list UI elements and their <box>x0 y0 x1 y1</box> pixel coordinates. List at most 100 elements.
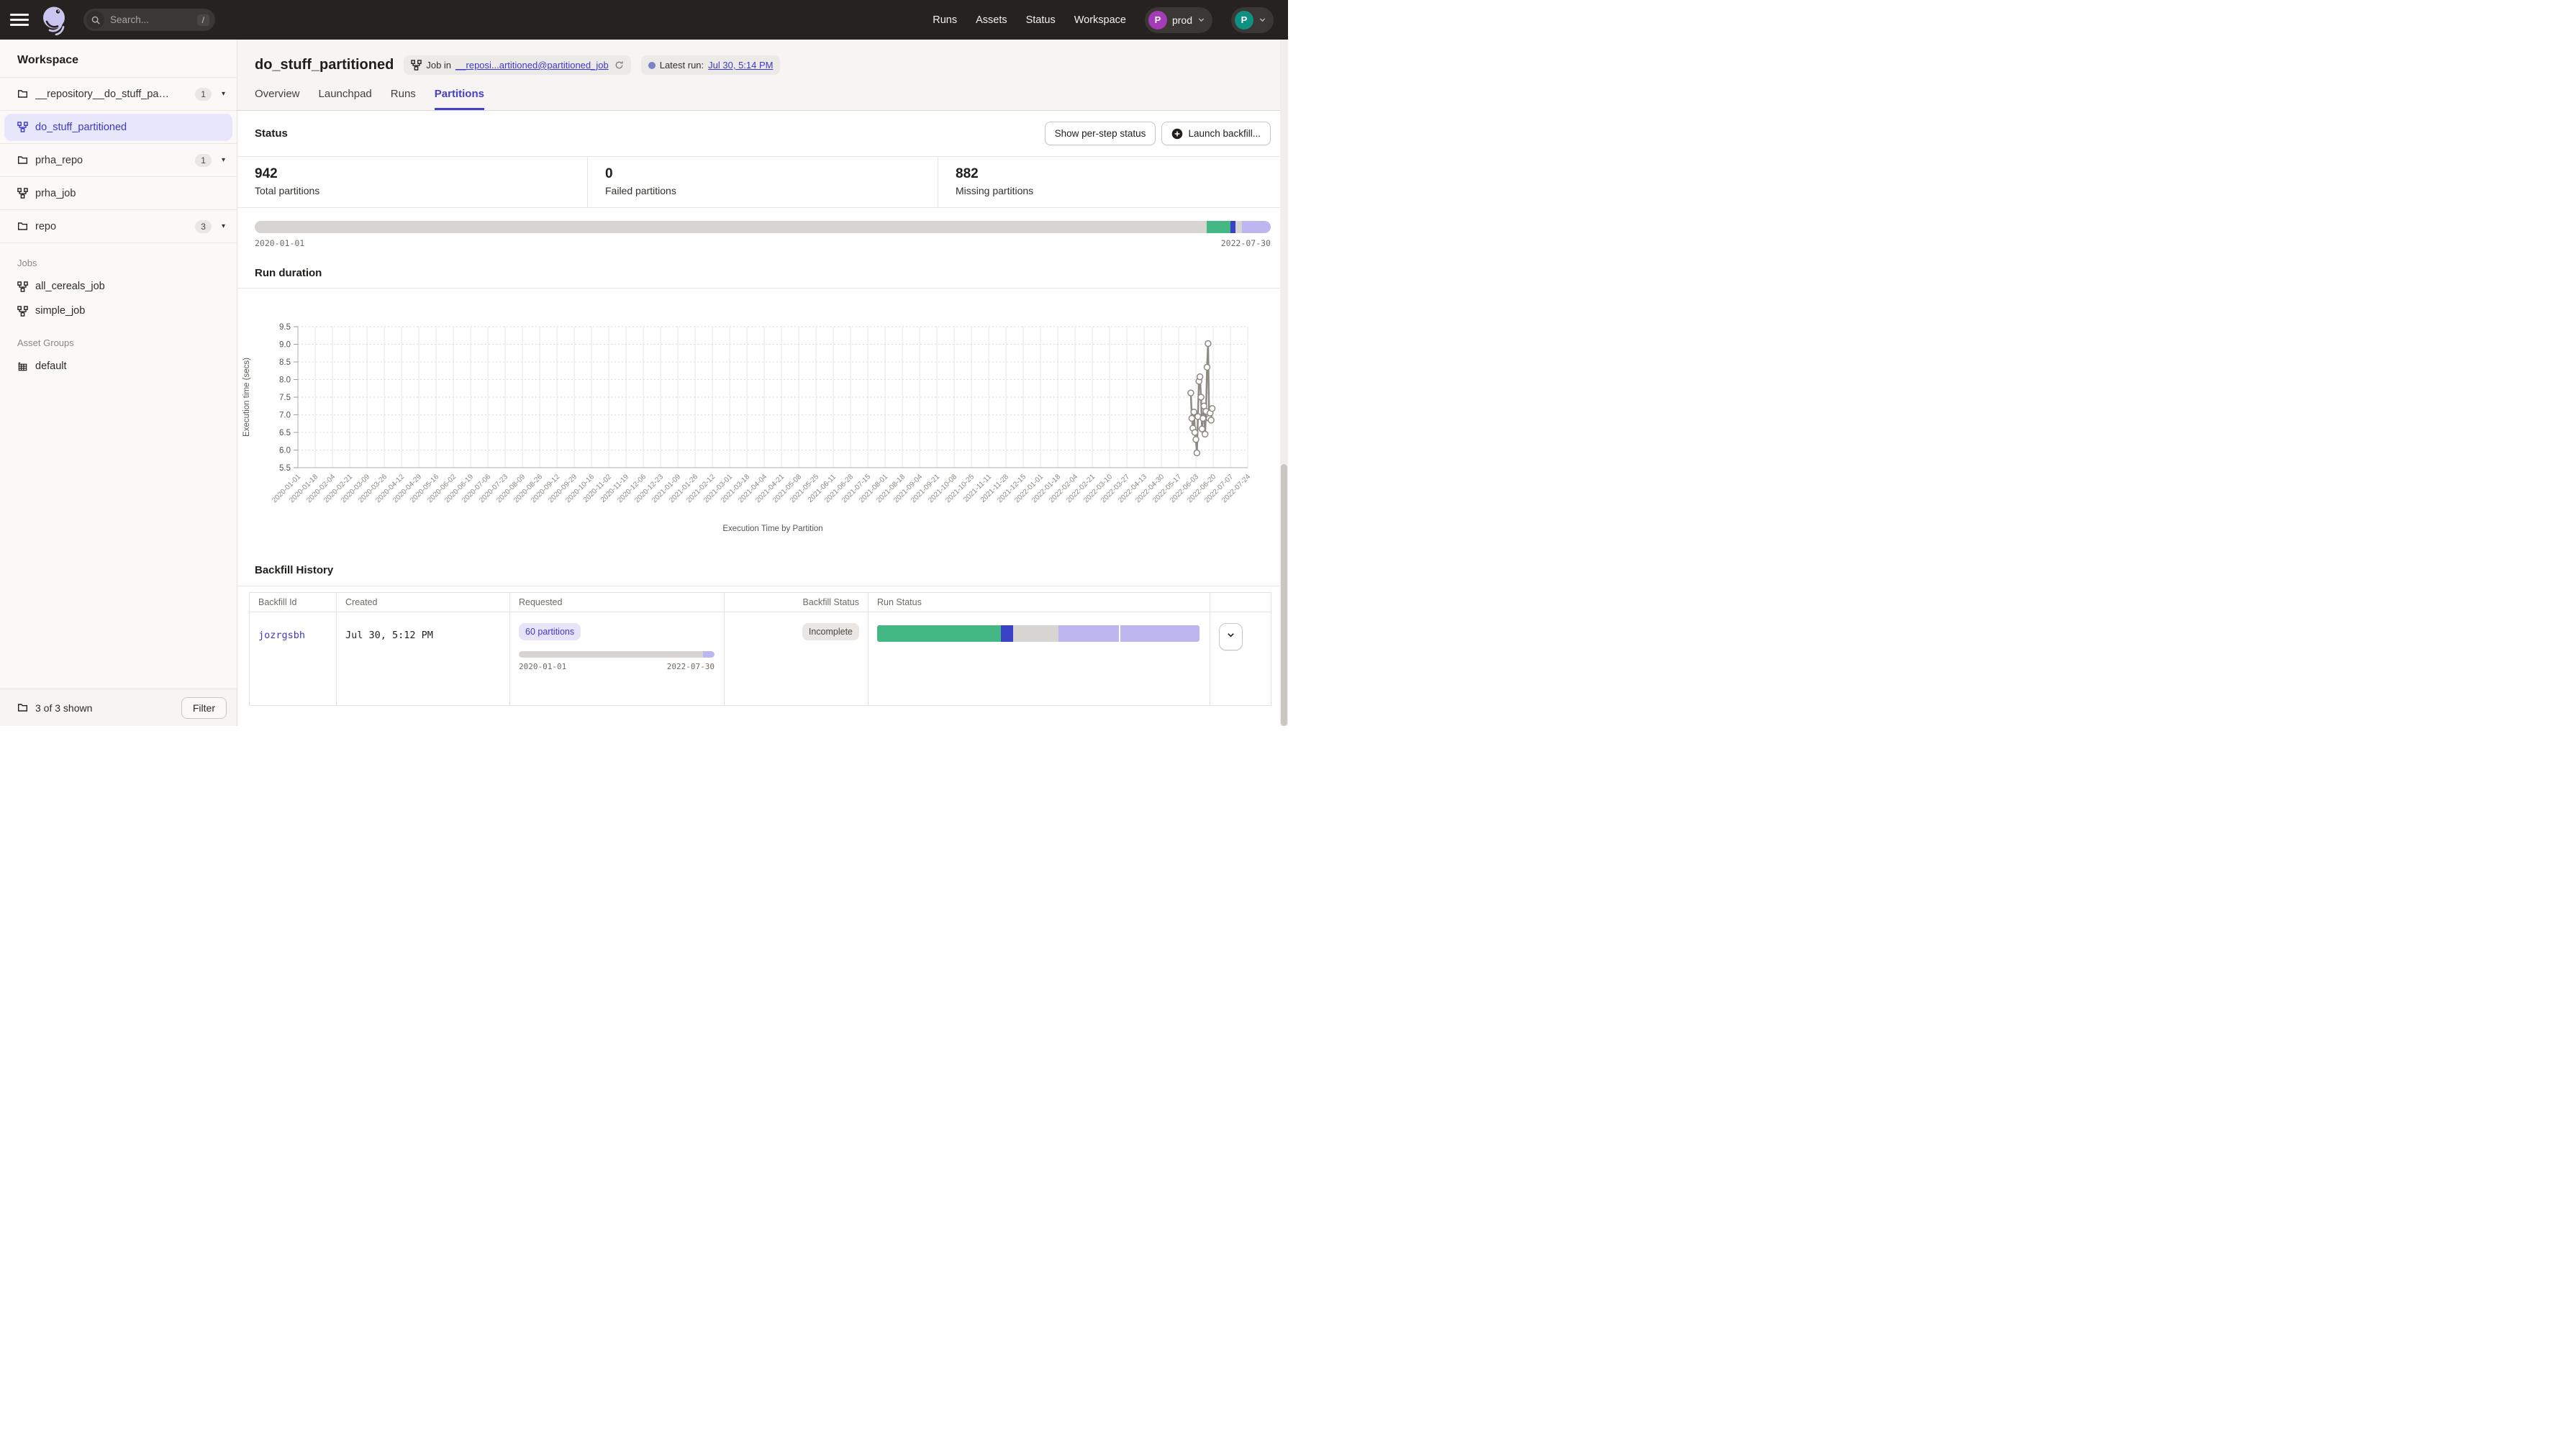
requested-partitions-badge[interactable]: 60 partitions <box>519 623 581 640</box>
latest-run-link[interactable]: Jul 30, 5:14 PM <box>708 60 773 71</box>
bar-segment <box>1001 625 1014 642</box>
run-duration-chart: 2020-01-012020-01-182020-02-042020-02-21… <box>237 289 1288 542</box>
partition-range-start: 2020-01-01 <box>255 238 304 248</box>
job-icon <box>17 188 28 199</box>
svg-text:6.5: 6.5 <box>279 429 291 437</box>
table-header-row: Backfill Id Created Requested Backfill S… <box>250 593 1271 612</box>
bar-segment <box>255 221 1207 233</box>
sidebar-item-prha-job[interactable]: prha_job <box>0 177 237 210</box>
sidebar-item-repository-do-stuff-partitio[interactable]: __repository__do_stuff_partitio...1▾ <box>0 78 237 111</box>
col-backfill-status: Backfill Status <box>725 593 869 612</box>
backfill-id-link[interactable]: jozrgsbh <box>258 612 327 641</box>
latest-run-badge: Latest run: Jul 30, 5:14 PM <box>641 55 781 75</box>
status-section-title: Status <box>255 127 288 140</box>
chevron-down-icon <box>1258 16 1266 24</box>
plus-circle-icon <box>1171 128 1183 140</box>
deployment-switcher[interactable]: P prod <box>1145 7 1212 33</box>
asset-groups-section: Asset Groups default <box>0 337 237 378</box>
caret-down-icon[interactable]: ▾ <box>222 90 225 98</box>
run-status-bar[interactable] <box>877 625 1199 642</box>
run-status-dot <box>648 62 656 69</box>
menu-icon[interactable] <box>10 11 29 30</box>
backfill-status-badge: Incomplete <box>802 623 859 640</box>
requested-partitions-bar <box>519 651 715 658</box>
bar-segment <box>1207 221 1230 233</box>
tab-partitions[interactable]: Partitions <box>435 88 484 110</box>
row-expand-button[interactable] <box>1219 623 1243 650</box>
sidebar-item-repo[interactable]: repo3▾ <box>0 210 237 243</box>
partition-status-bar[interactable] <box>255 221 1271 233</box>
chevron-down-icon <box>1226 630 1235 643</box>
workspace-sidebar: Workspace __repository__do_stuff_partiti… <box>0 40 237 726</box>
sidebar-job-all-cereals-job[interactable]: all_cereals_job <box>0 274 237 299</box>
top-nav: Search... / Runs Assets Status Workspace P … <box>0 0 1288 40</box>
caret-down-icon[interactable]: ▾ <box>222 156 225 164</box>
dagster-logo-icon[interactable] <box>40 4 69 36</box>
bar-segment <box>1120 625 1199 642</box>
requested-range-start: 2020-01-01 <box>519 662 566 671</box>
svg-text:9.5: 9.5 <box>279 323 291 332</box>
backfill-history-table: Backfill Id Created Requested Backfill S… <box>249 592 1271 706</box>
main-scrollbar[interactable] <box>1280 40 1288 726</box>
search-input[interactable]: Search... / <box>83 9 215 31</box>
user-avatar: P <box>1235 11 1253 30</box>
scrollbar-thumb[interactable] <box>1281 464 1287 726</box>
job-icon <box>17 306 28 317</box>
tab-launchpad[interactable]: Launchpad <box>319 88 372 110</box>
nav-link-runs[interactable]: Runs <box>933 14 957 26</box>
count-badge: 1 <box>195 88 212 101</box>
sidebar-item-prha-repo[interactable]: prha_repo1▾ <box>0 144 237 177</box>
svg-text:9.0: 9.0 <box>279 341 291 350</box>
nav-link-assets[interactable]: Assets <box>976 14 1007 26</box>
caret-down-icon[interactable]: ▾ <box>222 222 225 230</box>
show-per-step-status-button[interactable]: Show per-step status <box>1045 122 1156 145</box>
job-location-link[interactable]: __reposi...artitioned@partitioned_job <box>455 60 609 71</box>
bar-segment <box>877 625 1001 642</box>
tab-runs[interactable]: Runs <box>391 88 416 110</box>
run-duration-title: Run duration <box>237 248 1288 288</box>
filter-button[interactable]: Filter <box>181 697 227 719</box>
folder-icon <box>17 89 28 99</box>
svg-text:Execution Time by Partition: Execution Time by Partition <box>722 525 822 533</box>
search-icon <box>86 11 104 29</box>
sidebar-footer: 3 of 3 shown Filter <box>0 689 237 726</box>
bar-segment <box>703 651 715 658</box>
stat-missing-partitions: 882Missing partitions <box>938 157 1288 207</box>
table-row: jozrgsbh Jul 30, 5:12 PM 60 partitions 2… <box>250 612 1271 706</box>
bar-segment <box>1235 221 1243 233</box>
jobs-section: Jobs all_cereals_jobsimple_job <box>0 258 237 323</box>
chevron-down-icon <box>1197 16 1205 24</box>
latest-run-label: Latest run: <box>660 60 704 71</box>
svg-text:8.0: 8.0 <box>279 376 291 385</box>
partition-stats: 942Total partitions0Failed partitions882… <box>237 156 1288 208</box>
nav-link-workspace[interactable]: Workspace <box>1074 14 1126 26</box>
launch-backfill-button[interactable]: Launch backfill... <box>1161 122 1271 145</box>
main-panel: do_stuff_partitioned Job in __reposi...a… <box>237 40 1288 726</box>
asset-groups-label: Asset Groups <box>0 337 237 354</box>
stat-failed-partitions: 0Failed partitions <box>587 157 938 207</box>
folder-icon <box>17 155 28 165</box>
bar-segment <box>1242 221 1271 233</box>
svg-text:5.5: 5.5 <box>279 464 291 473</box>
svg-text:7.5: 7.5 <box>279 394 291 402</box>
tab-overview[interactable]: Overview <box>255 88 300 110</box>
asset-group-icon <box>17 361 28 372</box>
reload-icon[interactable] <box>614 60 624 70</box>
user-menu[interactable]: P <box>1231 7 1274 33</box>
search-shortcut-badge: / <box>197 14 209 26</box>
sidebar-asset-group-default[interactable]: default <box>0 354 237 378</box>
repos-shown-count: 3 of 3 shown <box>35 702 92 714</box>
nav-link-status[interactable]: Status <box>1026 14 1056 26</box>
folder-icon <box>17 702 28 713</box>
svg-text:8.5: 8.5 <box>279 358 291 367</box>
svg-text:6.0: 6.0 <box>279 447 291 455</box>
sidebar-job-simple-job[interactable]: simple_job <box>0 299 237 323</box>
backfill-history-heading: Backfill History <box>237 545 1288 586</box>
job-location-badge: Job in __reposi...artitioned@partitioned… <box>404 55 630 75</box>
job-badge-prefix: Job in <box>426 60 451 71</box>
sidebar-item-do-stuff-partitioned[interactable]: do_stuff_partitioned <box>0 111 237 144</box>
bar-segment <box>1230 221 1235 233</box>
page-title: do_stuff_partitioned <box>255 57 394 73</box>
deployment-name: prod <box>1172 14 1192 26</box>
partition-status-bar-section: 2020-01-01 2022-07-30 <box>237 208 1288 248</box>
